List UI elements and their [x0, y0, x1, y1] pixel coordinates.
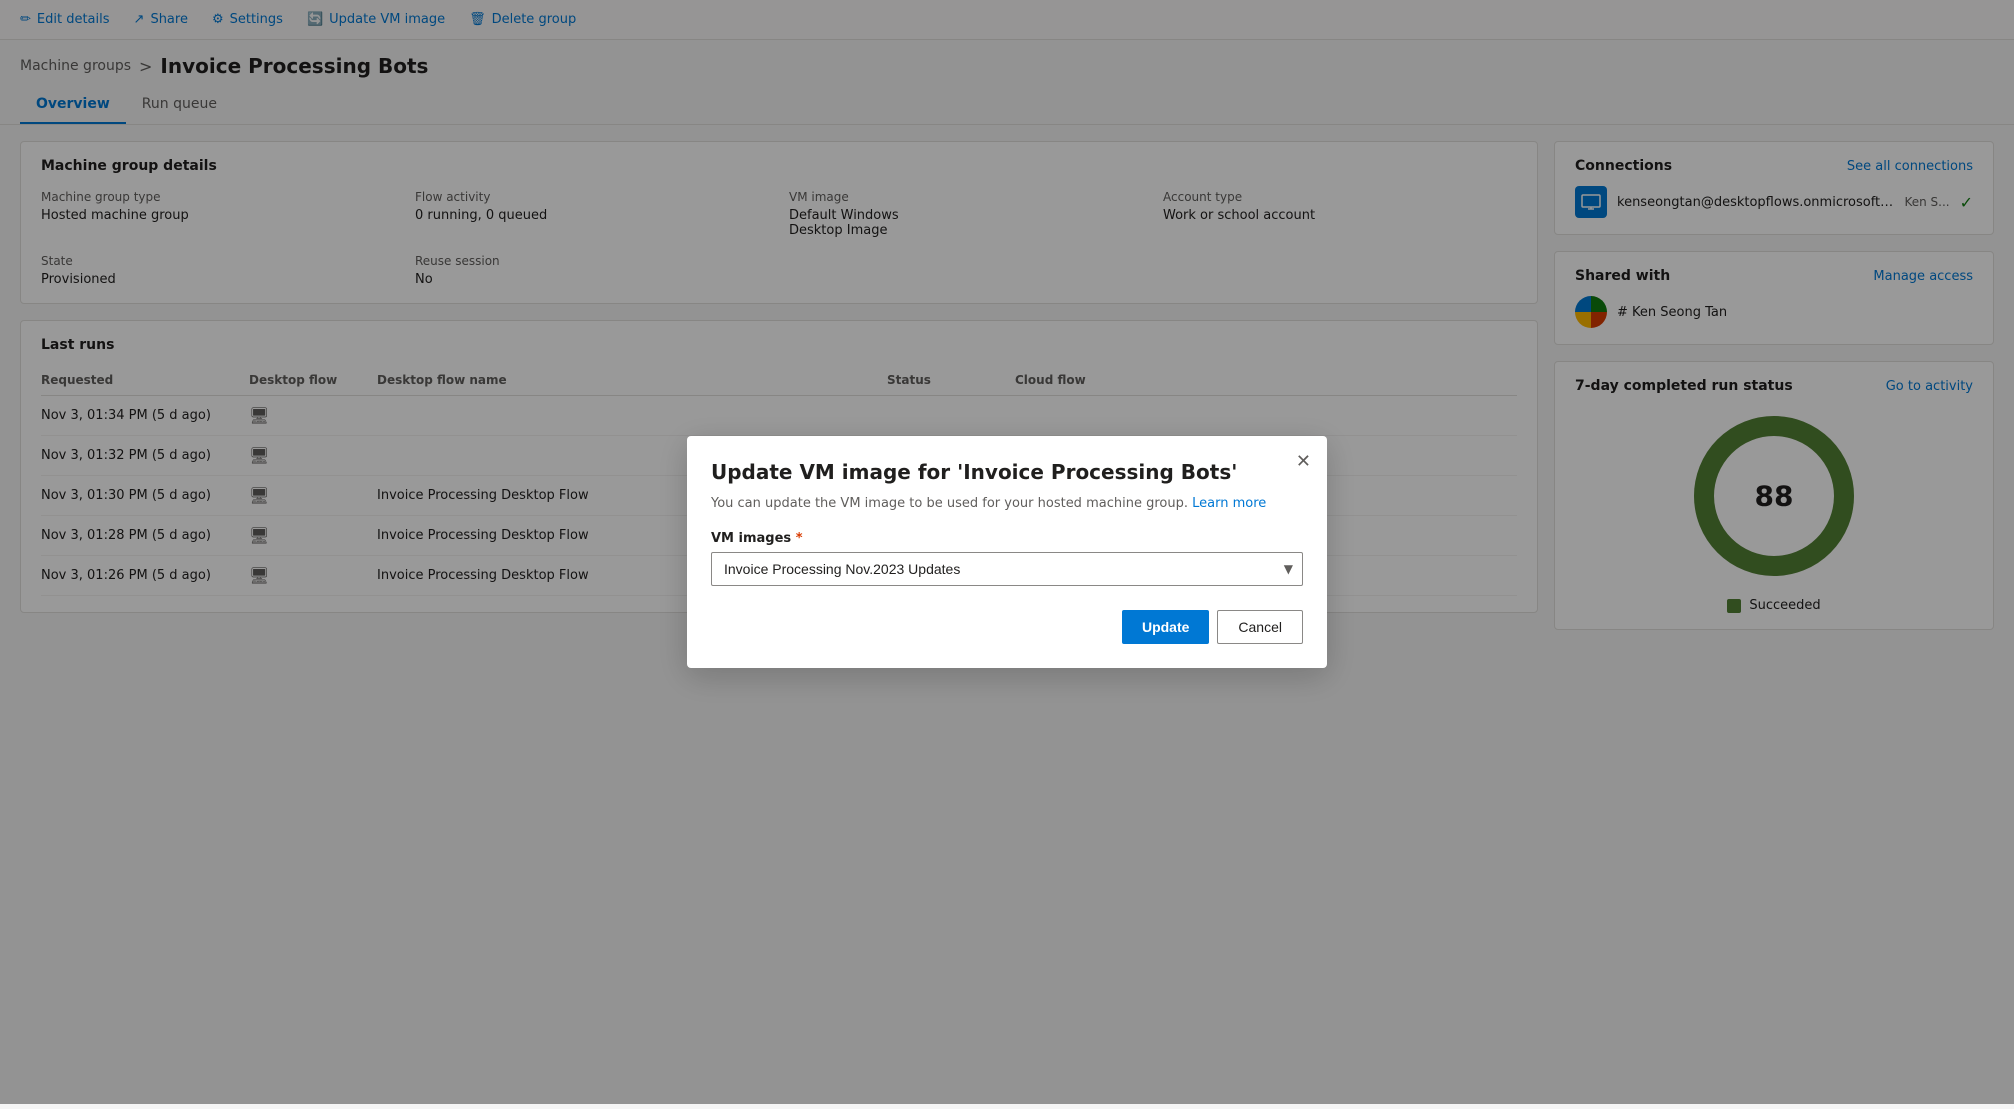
modal-actions: Update Cancel [711, 610, 1303, 644]
modal-description: You can update the VM image to be used f… [711, 496, 1303, 511]
required-indicator: * [796, 531, 803, 546]
modal-overlay[interactable]: ✕ Update VM image for 'Invoice Processin… [0, 0, 2014, 1104]
modal-close-button[interactable]: ✕ [1296, 452, 1311, 470]
update-vm-image-modal: ✕ Update VM image for 'Invoice Processin… [687, 436, 1327, 668]
vm-images-select-wrapper: Invoice Processing Nov.2023 Updates Defa… [711, 552, 1303, 586]
vm-images-label: VM images * [711, 531, 1303, 546]
learn-more-link[interactable]: Learn more [1192, 496, 1266, 511]
update-button[interactable]: Update [1122, 610, 1209, 644]
modal-title: Update VM image for 'Invoice Processing … [711, 460, 1303, 484]
cancel-button[interactable]: Cancel [1217, 610, 1303, 644]
vm-images-select[interactable]: Invoice Processing Nov.2023 Updates Defa… [711, 552, 1303, 586]
